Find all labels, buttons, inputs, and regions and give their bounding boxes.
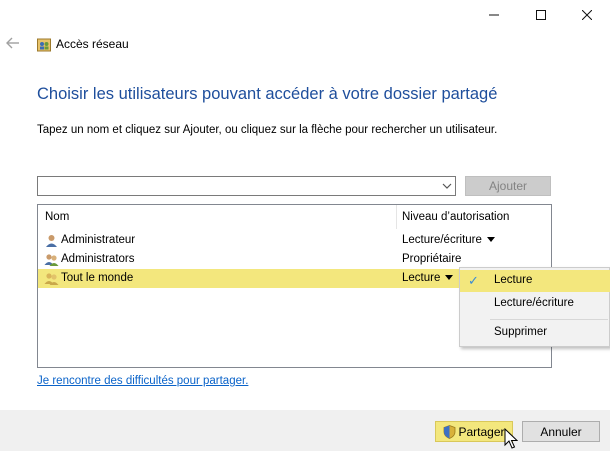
dialog-footer <box>0 410 610 451</box>
mouse-pointer-icon <box>504 428 518 449</box>
close-icon <box>582 10 592 20</box>
user-name: Administrateur <box>61 234 136 246</box>
instruction-text: Tapez un nom et cliquez sur Ajouter, ou … <box>37 124 498 136</box>
back-arrow-icon <box>6 37 19 49</box>
dropdown-arrow-icon <box>486 237 495 243</box>
group-icon <box>44 254 59 266</box>
permission-dropdown[interactable]: Lecture/écriture <box>402 234 495 246</box>
add-button[interactable]: Ajouter <box>465 176 551 196</box>
minimize-icon <box>489 14 499 16</box>
close-button[interactable] <box>564 0 610 30</box>
user-name: Tout le monde <box>61 272 134 284</box>
menu-item-supprimer[interactable]: Supprimer <box>460 322 610 344</box>
permission-dropdown[interactable]: Lecture <box>402 272 454 284</box>
cancel-button[interactable]: Annuler <box>522 421 600 442</box>
group-icon <box>44 273 59 285</box>
column-header-permission[interactable]: Niveau d’autorisation <box>402 211 509 223</box>
shield-icon <box>444 424 456 439</box>
column-header-name[interactable]: Nom <box>45 211 69 223</box>
back-button[interactable] <box>6 36 24 54</box>
minimize-button[interactable] <box>471 0 517 30</box>
page-title: Choisir les utilisateurs pouvant accéder… <box>37 85 498 103</box>
permission-level: Propriétaire <box>402 253 462 265</box>
user-icon <box>46 235 57 247</box>
column-separator <box>396 205 397 229</box>
share-button[interactable]: Partager <box>435 421 513 442</box>
menu-item-label: Lecture/écriture <box>494 297 574 309</box>
maximize-icon <box>536 10 546 20</box>
permission-menu: ✓ Lecture Lecture/écriture Supprimer <box>459 267 610 347</box>
menu-item-label: Lecture <box>494 274 533 286</box>
menu-item-lecture[interactable]: ✓ Lecture <box>460 270 610 292</box>
menu-item-label: Supprimer <box>494 326 548 338</box>
chevron-down-icon[interactable] <box>441 180 453 192</box>
user-name-combobox[interactable] <box>37 176 456 196</box>
checkmark-icon: ✓ <box>468 273 479 288</box>
network-share-icon <box>37 38 51 52</box>
permission-level: Lecture <box>402 272 441 284</box>
sharing-help-link[interactable]: Je rencontre des difficultés pour partag… <box>37 375 248 387</box>
permission-level: Lecture/écriture <box>402 234 482 246</box>
menu-item-lecture-ecriture[interactable]: Lecture/écriture <box>460 293 610 315</box>
table-row[interactable]: Administrateur Lecture/écriture <box>38 231 551 250</box>
dropdown-arrow-icon <box>445 275 454 281</box>
menu-separator <box>490 319 608 320</box>
user-name: Administrators <box>61 253 135 265</box>
maximize-button[interactable] <box>518 0 564 30</box>
share-button-label: Partager <box>458 424 505 439</box>
window-title: Accès réseau <box>56 37 129 51</box>
